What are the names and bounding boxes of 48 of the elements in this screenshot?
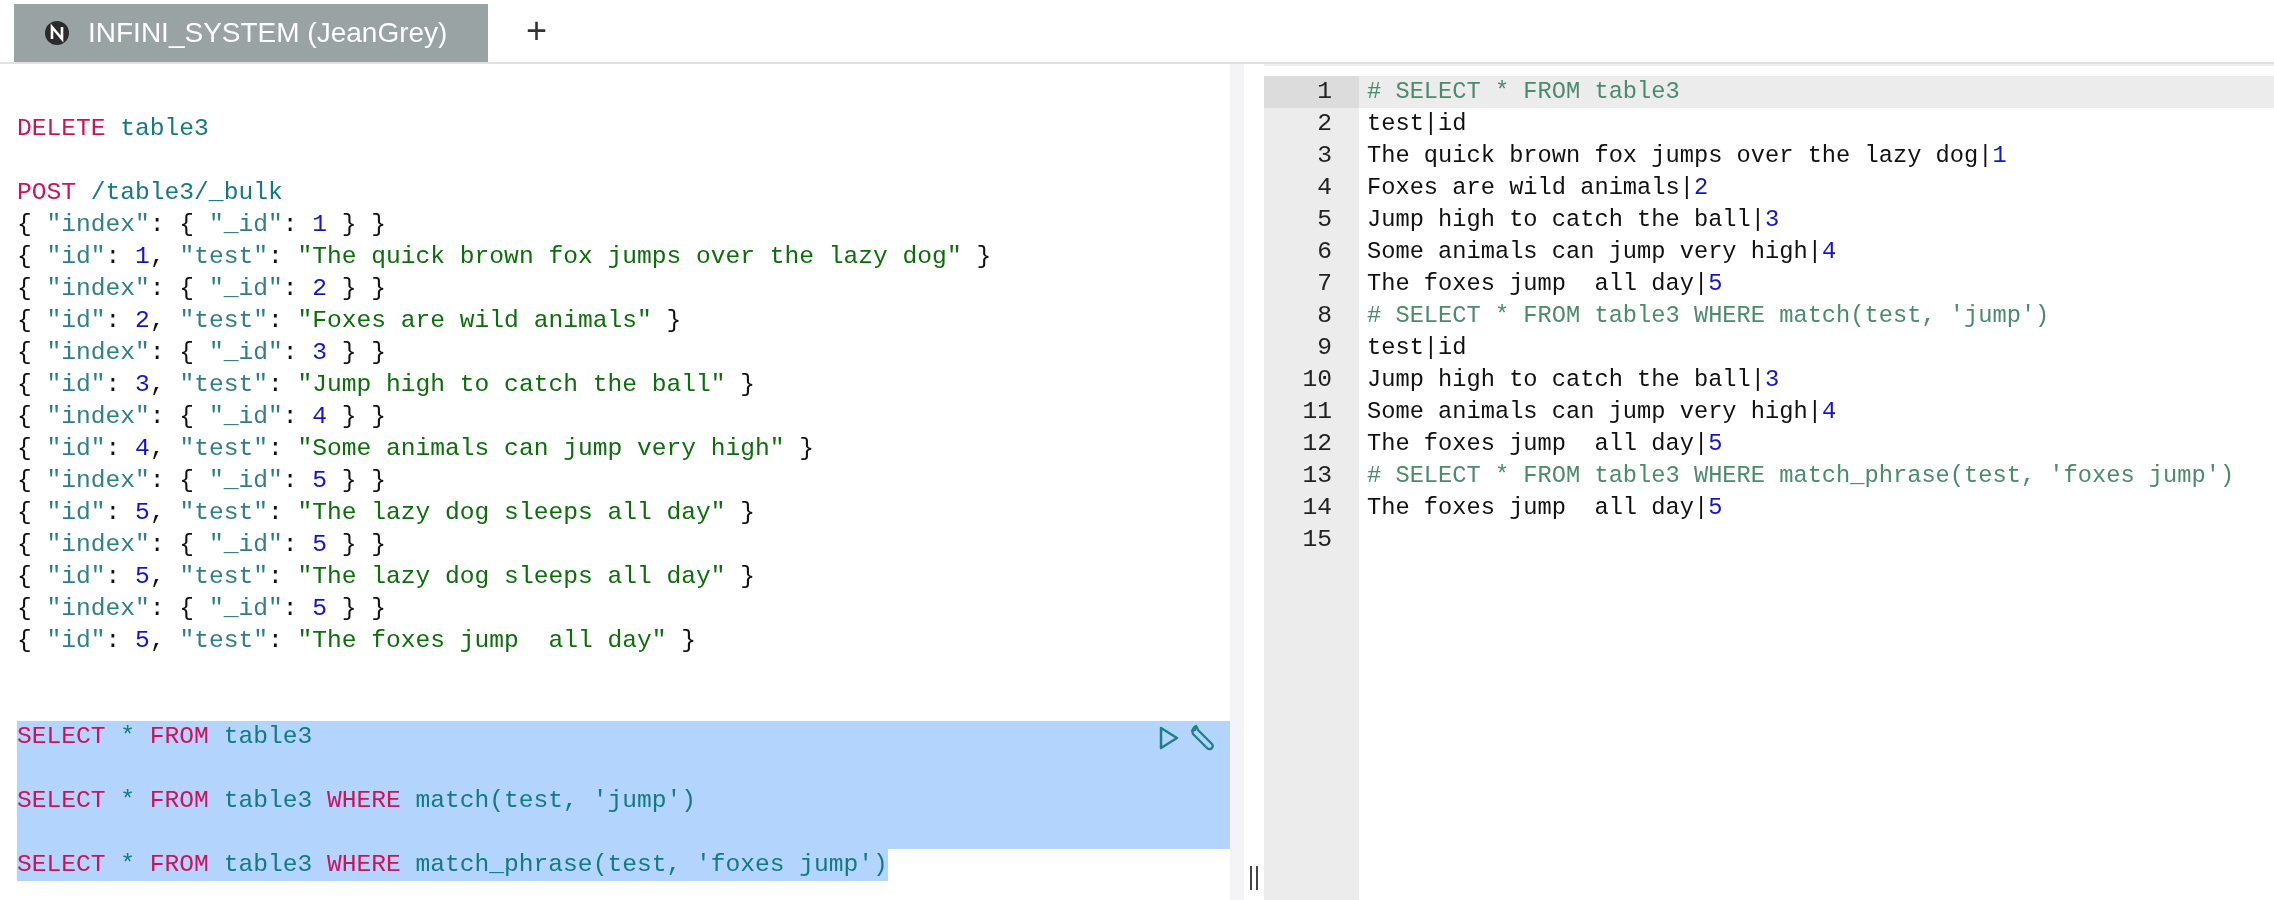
- new-tab-button[interactable]: +: [518, 0, 556, 62]
- line-number: 14: [1264, 492, 1359, 524]
- output-line: Jump high to catch the ball|3: [1366, 205, 1781, 235]
- code-line: { "index": { "_id": 3 } }: [17, 338, 388, 368]
- code-line: { "index": { "_id": 5 } }: [17, 594, 388, 624]
- output-line: The foxes jump all day|5: [1366, 493, 1724, 523]
- code-line: { "id": 5, "test": "The lazy dog sleeps all day" }: [17, 562, 757, 592]
- code-line: { "id": 5, "test": "The foxes jump all day" }: [17, 626, 697, 656]
- code-line: { "id": 4, "test": "Some animals can jump very high" }: [17, 434, 816, 464]
- line-number: 6: [1264, 236, 1359, 268]
- line-number: 12: [1264, 428, 1359, 460]
- output-line: The foxes jump all day|5: [1366, 269, 1724, 299]
- code-line: { "id": 3, "test": "Jump high to catch the ball" }: [17, 370, 757, 400]
- code-line: { "index": { "_id": 5 } }: [17, 530, 388, 560]
- line-number: 2: [1264, 108, 1359, 140]
- code-line: { "index": { "_id": 4 } }: [17, 402, 388, 432]
- code-line: { "index": { "_id": 2 } }: [17, 274, 388, 304]
- code-line: DELETE table3: [17, 114, 210, 144]
- code-line: { "id": 1, "test": "The quick brown fox jumps over the lazy dog" }: [17, 242, 993, 272]
- output-line: Some animals can jump very high|4: [1366, 237, 1838, 267]
- line-number: 1: [1264, 76, 1359, 108]
- output-line: # SELECT * FROM table3 WHERE match_phrase(test, 'foxes jump'): [1366, 461, 2236, 491]
- code-line: { "index": { "_id": 5 } }: [17, 466, 388, 496]
- play-icon[interactable]: [1158, 725, 1180, 751]
- output-line: Some animals can jump very high|4: [1366, 397, 1838, 427]
- code-line: { "index": { "_id": 1 } }: [17, 210, 388, 240]
- line-number: 5: [1264, 204, 1359, 236]
- output-line: # SELECT * FROM table3 WHERE match(test, 'jump'): [1366, 301, 2051, 331]
- output-line: test|id: [1366, 109, 1468, 139]
- line-number: 15: [1264, 524, 1359, 556]
- output-line: test|id: [1366, 333, 1468, 363]
- resize-handle-icon[interactable]: [1250, 866, 1258, 890]
- code-line: POST /table3/_bulk: [17, 178, 284, 208]
- line-number: 9: [1264, 332, 1359, 364]
- code-line: { "id": 5, "test": "The lazy dog sleeps all day" }: [17, 498, 757, 528]
- logo-icon: [44, 20, 70, 46]
- line-number: 7: [1264, 268, 1359, 300]
- line-number: 10: [1264, 364, 1359, 396]
- output-line: Foxes are wild animals|2: [1366, 173, 1710, 203]
- line-number: 8: [1264, 300, 1359, 332]
- line-number: 11: [1264, 396, 1359, 428]
- line-number: 3: [1264, 140, 1359, 172]
- line-number: 13: [1264, 460, 1359, 492]
- code-line: { "id": 2, "test": "Foxes are wild animals" }: [17, 306, 683, 336]
- line-number: 4: [1264, 172, 1359, 204]
- output-line: Jump high to catch the ball|3: [1366, 365, 1781, 395]
- output-line: The quick brown fox jumps over the lazy dog|1: [1366, 141, 2008, 171]
- output-line: The foxes jump all day|5: [1366, 429, 1724, 459]
